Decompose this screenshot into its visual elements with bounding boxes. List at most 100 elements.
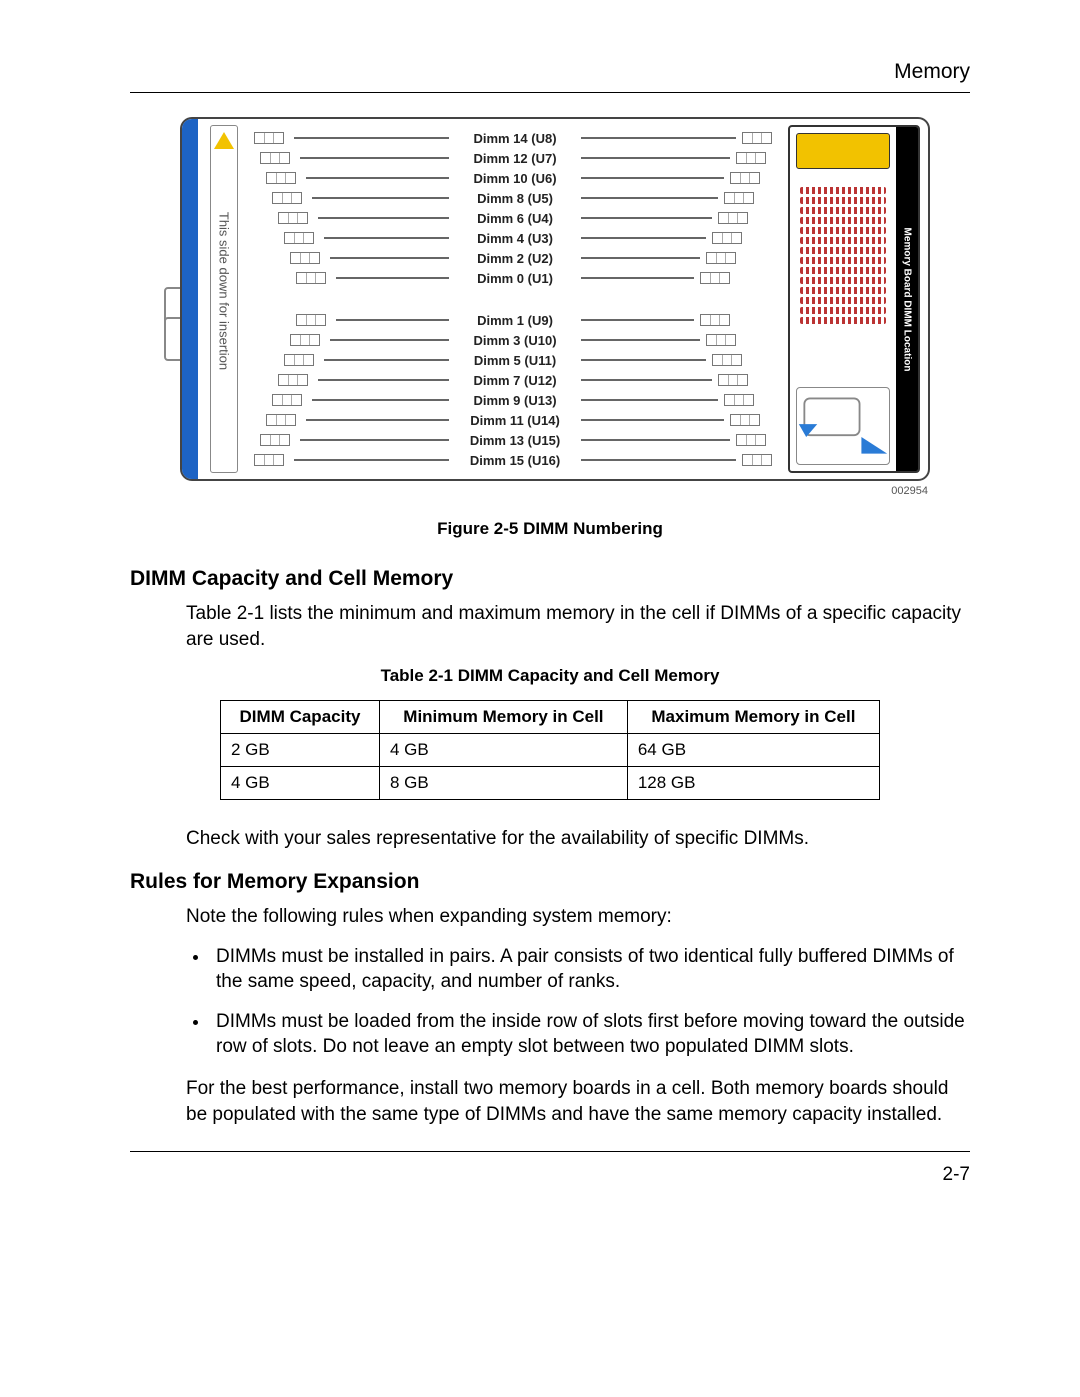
dimm-chip-icon xyxy=(296,314,326,326)
dimm-slot-row: Dimm 8 (U5) xyxy=(254,189,776,207)
dimm-chip-icon xyxy=(260,434,290,446)
dimm-chip-icon xyxy=(706,252,736,264)
dimm-slot-row: Dimm 10 (U6) xyxy=(254,169,776,187)
dimm-slot-row: Dimm 12 (U7) xyxy=(254,149,776,167)
dimm-slot-label: Dimm 13 (U15) xyxy=(455,433,575,448)
dimm-chip-icon xyxy=(284,232,314,244)
table-row: 2 GB4 GB64 GB xyxy=(221,734,880,767)
dimm-chip-icon xyxy=(706,334,736,346)
dimm-chip-icon xyxy=(742,454,772,466)
section-heading-dimm-capacity: DIMM Capacity and Cell Memory xyxy=(130,567,970,591)
warning-icon xyxy=(214,132,234,149)
dimm-chip-icon xyxy=(736,434,766,446)
table-caption: Table 2-1 DIMM Capacity and Cell Memory xyxy=(130,666,970,686)
location-legend-panel: Memory Board DIMM Location xyxy=(788,125,920,473)
dimm-chip-icon xyxy=(712,232,742,244)
dimm-chip-icon xyxy=(254,132,284,144)
dimm-chip-icon xyxy=(742,132,772,144)
dimm-slot-label: Dimm 14 (U8) xyxy=(455,131,575,146)
page-number: 2-7 xyxy=(130,1164,970,1186)
dimm-slot-row: Dimm 11 (U14) xyxy=(254,411,776,429)
dimm-slot-row: Dimm 15 (U16) xyxy=(254,451,776,469)
dimm-slot-label: Dimm 2 (U2) xyxy=(455,251,575,266)
dimm-slot-label: Dimm 10 (U6) xyxy=(455,171,575,186)
dimm-slot-row: Dimm 1 (U9) xyxy=(254,311,776,329)
dimm-slot-label: Dimm 12 (U7) xyxy=(455,151,575,166)
rules-intro: Note the following rules when expanding … xyxy=(186,904,970,930)
dimm-slot-label: Dimm 11 (U14) xyxy=(455,413,575,428)
diagram-id-code: 002954 xyxy=(180,485,928,497)
dimm-slot-label: Dimm 0 (U1) xyxy=(455,271,575,286)
dimm-slot-label: Dimm 4 (U3) xyxy=(455,231,575,246)
dimm-capacity-table: DIMM CapacityMinimum Memory in CellMaxim… xyxy=(220,700,880,800)
dimm-chip-icon xyxy=(266,172,296,184)
dimm-chip-icon xyxy=(730,414,760,426)
header-rule xyxy=(130,92,970,93)
dimm-chip-icon xyxy=(266,414,296,426)
rules-closing: For the best performance, install two me… xyxy=(186,1076,970,1127)
dimm-chip-icon xyxy=(718,374,748,386)
dimm-slot-row: Dimm 3 (U10) xyxy=(254,331,776,349)
list-item: DIMMs must be installed in pairs. A pair… xyxy=(210,944,970,995)
dimm-chip-icon xyxy=(278,212,308,224)
dimm-slot-label: Dimm 8 (U5) xyxy=(455,191,575,206)
board-handle xyxy=(182,119,198,479)
dimm-chip-icon xyxy=(700,272,730,284)
table-row: 4 GB8 GB128 GB xyxy=(221,767,880,800)
dimm-slot-row: Dimm 6 (U4) xyxy=(254,209,776,227)
dimm-chip-icon xyxy=(260,152,290,164)
dimm-slot-label: Dimm 7 (U12) xyxy=(455,373,575,388)
dimm-slot-row: Dimm 2 (U2) xyxy=(254,249,776,267)
dimm-chip-icon xyxy=(278,374,308,386)
dimm-chip-icon xyxy=(272,192,302,204)
dimm-slot-row: Dimm 14 (U8) xyxy=(254,129,776,147)
dimm-chip-icon xyxy=(700,314,730,326)
dimm-slot-row: Dimm 7 (U12) xyxy=(254,371,776,389)
insertion-arrow-icon xyxy=(796,387,890,465)
table-header-cell: Maximum Memory in Cell xyxy=(627,701,879,734)
legend-warning-icon xyxy=(796,133,890,169)
dimm-chip-icon xyxy=(290,252,320,264)
dimm-slot-label: Dimm 1 (U9) xyxy=(455,313,575,328)
dimm-chip-icon xyxy=(254,454,284,466)
page-header-title: Memory xyxy=(130,60,970,84)
section-paragraph: Table 2-1 lists the minimum and maximum … xyxy=(186,601,970,652)
dimm-chip-icon xyxy=(712,354,742,366)
dimm-chip-icon xyxy=(284,354,314,366)
after-table-note: Check with your sales representative for… xyxy=(186,826,970,852)
dimm-slot-row: Dimm 13 (U15) xyxy=(254,431,776,449)
list-item: DIMMs must be loaded from the inside row… xyxy=(210,1009,970,1060)
dimm-slot-label: Dimm 6 (U4) xyxy=(455,211,575,226)
table-cell: 64 GB xyxy=(627,734,879,767)
orientation-text: This side down for insertion xyxy=(217,212,232,370)
table-cell: 4 GB xyxy=(379,734,627,767)
dimm-slot-row: Dimm 4 (U3) xyxy=(254,229,776,247)
table-cell: 4 GB xyxy=(221,767,380,800)
table-header-cell: Minimum Memory in Cell xyxy=(379,701,627,734)
dimm-slot-row: Dimm 9 (U13) xyxy=(254,391,776,409)
legend-title: Memory Board DIMM Location xyxy=(902,227,913,371)
footer-rule xyxy=(130,1151,970,1152)
dimm-slot-label: Dimm 15 (U16) xyxy=(455,453,575,468)
table-cell: 2 GB xyxy=(221,734,380,767)
dimm-slot-label: Dimm 9 (U13) xyxy=(455,393,575,408)
table-header-cell: DIMM Capacity xyxy=(221,701,380,734)
dimm-slot-row: Dimm 0 (U1) xyxy=(254,269,776,287)
dimm-chip-icon xyxy=(296,272,326,284)
section-heading-rules: Rules for Memory Expansion xyxy=(130,870,970,894)
dimm-chip-icon xyxy=(718,212,748,224)
dimm-chip-icon xyxy=(724,394,754,406)
dimm-chip-icon xyxy=(730,172,760,184)
orientation-label-strip: This side down for insertion xyxy=(210,125,238,473)
dimm-slot-row: Dimm 5 (U11) xyxy=(254,351,776,369)
dimm-slot-label: Dimm 3 (U10) xyxy=(455,333,575,348)
dimm-diagram: This side down for insertion Dimm 14 (U8… xyxy=(180,117,930,497)
figure-caption: Figure 2-5 DIMM Numbering xyxy=(130,519,970,539)
dimm-chip-icon xyxy=(724,192,754,204)
dimm-chip-icon xyxy=(290,334,320,346)
dimm-slot-label: Dimm 5 (U11) xyxy=(455,353,575,368)
table-cell: 8 GB xyxy=(379,767,627,800)
table-cell: 128 GB xyxy=(627,767,879,800)
rules-list: DIMMs must be installed in pairs. A pair… xyxy=(210,944,970,1061)
dimm-chip-icon xyxy=(736,152,766,164)
